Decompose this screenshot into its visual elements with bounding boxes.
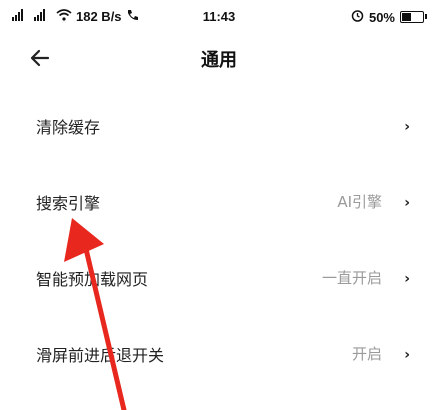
status-right: 50% — [351, 9, 427, 25]
chevron-right-icon: › — [404, 347, 410, 363]
setting-value: 开启 — [351, 345, 382, 363]
battery-fill — [402, 13, 411, 21]
setting-label: 滑屏前进后退开关 — [36, 346, 165, 365]
alarm-icon — [351, 9, 364, 25]
setting-clear-cache[interactable]: 清除缓存 › — [0, 90, 438, 166]
battery-percent: 50% — [368, 9, 395, 25]
setting-label: 清除缓存 — [36, 118, 101, 137]
chevron-right-icon: › — [404, 195, 410, 211]
settings-list: 清除缓存 › 搜索引擎 AI引擎 › 智能预加载网页 一直开启 › 滑屏前进后退… — [0, 90, 438, 394]
status-bar: 182 B/s 11:43 50% — [0, 0, 438, 34]
setting-smart-preload[interactable]: 智能预加载网页 一直开启 › — [0, 242, 438, 318]
page-title: 通用 — [201, 50, 237, 71]
setting-search-engine[interactable]: 搜索引擎 AI引擎 › — [0, 166, 438, 242]
setting-value: AI引擎 — [337, 193, 382, 211]
setting-value: 一直开启 — [321, 269, 382, 287]
chevron-right-icon: › — [404, 119, 410, 135]
title-bar: 通用 — [0, 34, 438, 82]
battery-icon — [400, 11, 427, 23]
chevron-right-icon: › — [404, 271, 410, 287]
setting-label: 智能预加载网页 — [36, 270, 149, 289]
setting-swipe-navigation[interactable]: 滑屏前进后退开关 开启 › — [0, 318, 438, 394]
setting-label: 搜索引擎 — [36, 194, 101, 213]
